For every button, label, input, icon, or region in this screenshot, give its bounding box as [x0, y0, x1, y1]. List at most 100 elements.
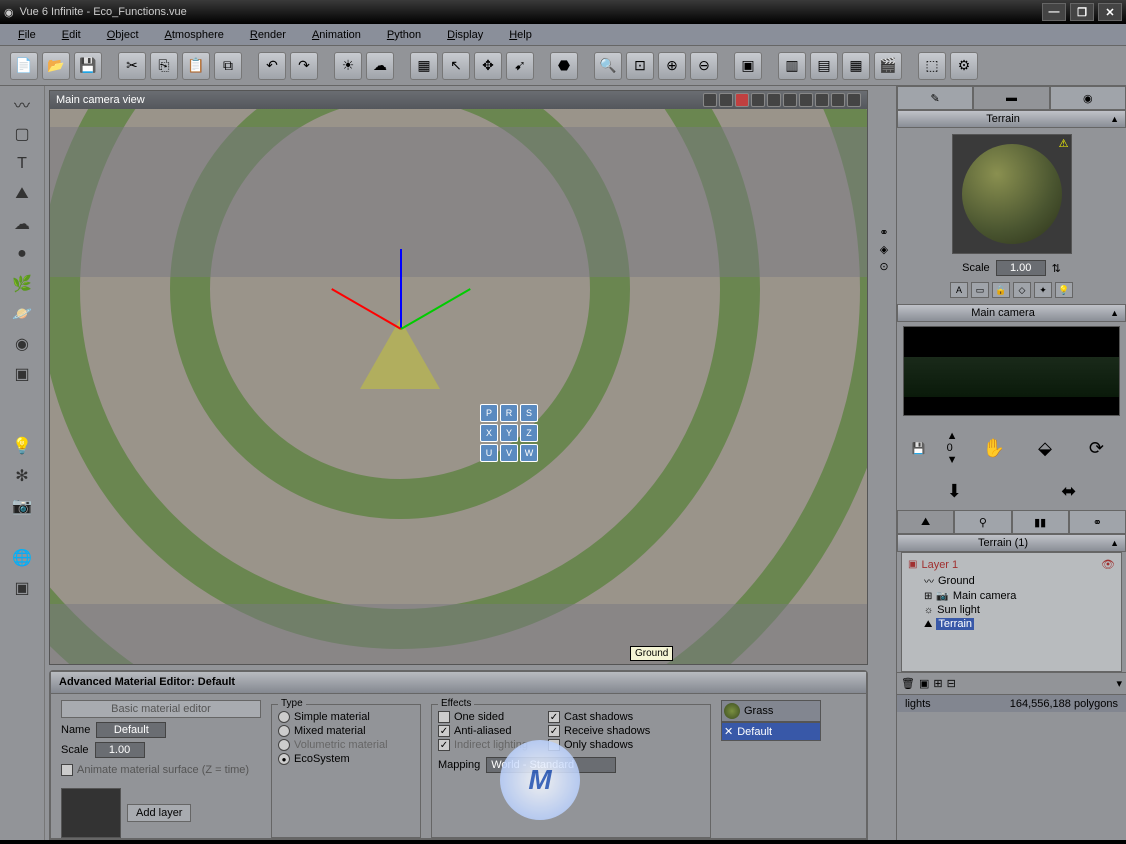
- viewport[interactable]: Main camera view: [49, 90, 868, 665]
- link-icon[interactable]: ⚭: [879, 226, 888, 239]
- close-button[interactable]: ✕: [1098, 3, 1122, 21]
- vp-option-icon[interactable]: [799, 93, 813, 107]
- ecosystem-tool-icon[interactable]: 🌐: [7, 544, 37, 572]
- anti-aliased-checkbox[interactable]: [438, 725, 450, 737]
- vp-option-icon[interactable]: [831, 93, 845, 107]
- ecosystem-radio[interactable]: [278, 753, 290, 765]
- lock-icon[interactable]: 🔒: [992, 282, 1010, 298]
- tree-terrain[interactable]: ⛰ Terrain: [908, 617, 1115, 631]
- animate-checkbox[interactable]: [61, 764, 73, 776]
- cube-tool-icon[interactable]: ▢: [7, 120, 37, 148]
- mixed-material-radio[interactable]: [278, 725, 290, 737]
- dolly-cam-icon[interactable]: ⬌: [1054, 476, 1084, 506]
- text-mode-icon[interactable]: A: [950, 282, 968, 298]
- world-tab[interactable]: ⛰: [897, 510, 954, 534]
- zoom-out-button[interactable]: ⊖: [690, 52, 718, 80]
- light-icon[interactable]: 💡: [1055, 282, 1073, 298]
- wireframe-icon[interactable]: ✦: [1034, 282, 1052, 298]
- menu-animation[interactable]: Animation: [302, 27, 371, 43]
- layout2-button[interactable]: ▤: [810, 52, 838, 80]
- atmosphere-button[interactable]: ☀: [334, 52, 362, 80]
- layer-default-label[interactable]: Default: [737, 726, 772, 738]
- visibility-icon[interactable]: ◇: [1013, 282, 1031, 298]
- rotate-icon[interactable]: ⟳: [1081, 433, 1111, 463]
- new-file-button[interactable]: 📄: [10, 52, 38, 80]
- terrain-tool-icon[interactable]: ⛰: [7, 180, 37, 208]
- vp-option-icon[interactable]: [847, 93, 861, 107]
- pan-icon[interactable]: ✋: [979, 433, 1009, 463]
- vp-option-icon[interactable]: [719, 93, 733, 107]
- one-sided-checkbox[interactable]: [438, 711, 450, 723]
- vp-option-icon[interactable]: [767, 93, 781, 107]
- search-tab[interactable]: ⚲: [954, 510, 1011, 534]
- metablob-tool-icon[interactable]: ◉: [7, 330, 37, 358]
- collapse-icon[interactable]: ▲: [1106, 114, 1123, 124]
- select-mode-icon[interactable]: ▭: [971, 282, 989, 298]
- menu-file[interactable]: File: [8, 27, 46, 43]
- duplicate-button[interactable]: ⧉: [214, 52, 242, 80]
- rock-tool-icon[interactable]: ●: [7, 240, 37, 268]
- vp-option-icon[interactable]: [783, 93, 797, 107]
- material-scale-input[interactable]: 1.00: [95, 742, 145, 758]
- visibility-icon[interactable]: 👁: [1101, 558, 1115, 571]
- save-file-button[interactable]: 💾: [74, 52, 102, 80]
- link-tab[interactable]: ⚭: [1069, 510, 1126, 534]
- ungroup-icon[interactable]: ⊟: [947, 677, 956, 690]
- menu-edit[interactable]: Edit: [52, 27, 91, 43]
- select-tool-button[interactable]: ↖: [442, 52, 470, 80]
- color-palette-button[interactable]: ⬣: [550, 52, 578, 80]
- cut-button[interactable]: ✂: [118, 52, 146, 80]
- zoom-tool-button[interactable]: 🔍: [594, 52, 622, 80]
- primitive-tool-icon[interactable]: ▣: [7, 360, 37, 388]
- material-preview[interactable]: ⚠: [952, 134, 1072, 254]
- zoom-in-button[interactable]: ⊕: [658, 52, 686, 80]
- layout1-button[interactable]: ▥: [778, 52, 806, 80]
- render-button[interactable]: ▣: [734, 52, 762, 80]
- cloud-tool-icon[interactable]: ☁: [7, 210, 37, 238]
- vp-option-icon[interactable]: [703, 93, 717, 107]
- paste-button[interactable]: 📋: [182, 52, 210, 80]
- light-tool-icon[interactable]: 💡: [7, 432, 37, 460]
- material-name-input[interactable]: Default: [96, 722, 166, 738]
- terrain-scale-input[interactable]: 1.00: [996, 260, 1046, 276]
- vp-option-icon[interactable]: [735, 93, 749, 107]
- menu-atmosphere[interactable]: Atmosphere: [155, 27, 234, 43]
- open-file-button[interactable]: 📂: [42, 52, 70, 80]
- menu-display[interactable]: Display: [437, 27, 493, 43]
- simple-material-radio[interactable]: [278, 711, 290, 723]
- menu-help[interactable]: Help: [499, 27, 542, 43]
- maximize-button[interactable]: ❐: [1070, 3, 1094, 21]
- move-tool-button[interactable]: ✥: [474, 52, 502, 80]
- layer-action-icon[interactable]: ✕: [724, 725, 733, 738]
- undo-button[interactable]: ↶: [258, 52, 286, 80]
- receive-shadows-checkbox[interactable]: [548, 725, 560, 737]
- orbit-icon[interactable]: ⬙: [1030, 433, 1060, 463]
- menu-object[interactable]: Object: [97, 27, 149, 43]
- planet-tool-icon[interactable]: 🪐: [7, 300, 37, 328]
- basic-material-editor-button[interactable]: Basic material editor: [61, 700, 261, 718]
- tree-sun-light[interactable]: ☼ Sun light: [908, 603, 1115, 617]
- panel-tab-brush[interactable]: ✎: [897, 86, 973, 110]
- wireframe-button[interactable]: ▦: [410, 52, 438, 80]
- layer-grass-label[interactable]: Grass: [744, 705, 773, 717]
- tree-layer1[interactable]: ▣ Layer 1 👁: [908, 557, 1115, 572]
- redo-button[interactable]: ↷: [290, 52, 318, 80]
- copy-button[interactable]: ⎘: [150, 52, 178, 80]
- render-options-button[interactable]: ⚙: [950, 52, 978, 80]
- scene-tree[interactable]: ▣ Layer 1 👁 〰 Ground ⊞ 📷 Main camera ☼ S…: [901, 552, 1122, 672]
- library-tab[interactable]: ▮▮: [1012, 510, 1069, 534]
- text-tool-icon[interactable]: T: [7, 150, 37, 178]
- cast-shadows-checkbox[interactable]: [548, 711, 560, 723]
- delete-icon[interactable]: 🗑: [901, 677, 915, 690]
- target-icon[interactable]: ⊙: [879, 260, 888, 273]
- tree-ground[interactable]: 〰 Ground: [908, 572, 1115, 589]
- panel-tab-material[interactable]: ▬: [973, 86, 1049, 110]
- import-tool-icon[interactable]: ▣: [7, 574, 37, 602]
- zoom-reset-button[interactable]: ⊡: [626, 52, 654, 80]
- pointer-tool-button[interactable]: ➹: [506, 52, 534, 80]
- water-tool-icon[interactable]: 〰: [7, 90, 37, 118]
- vp-option-icon[interactable]: [751, 93, 765, 107]
- animation-button[interactable]: 🎬: [874, 52, 902, 80]
- minimize-button[interactable]: —: [1042, 3, 1066, 21]
- plant-tool-icon[interactable]: 🌿: [7, 270, 37, 298]
